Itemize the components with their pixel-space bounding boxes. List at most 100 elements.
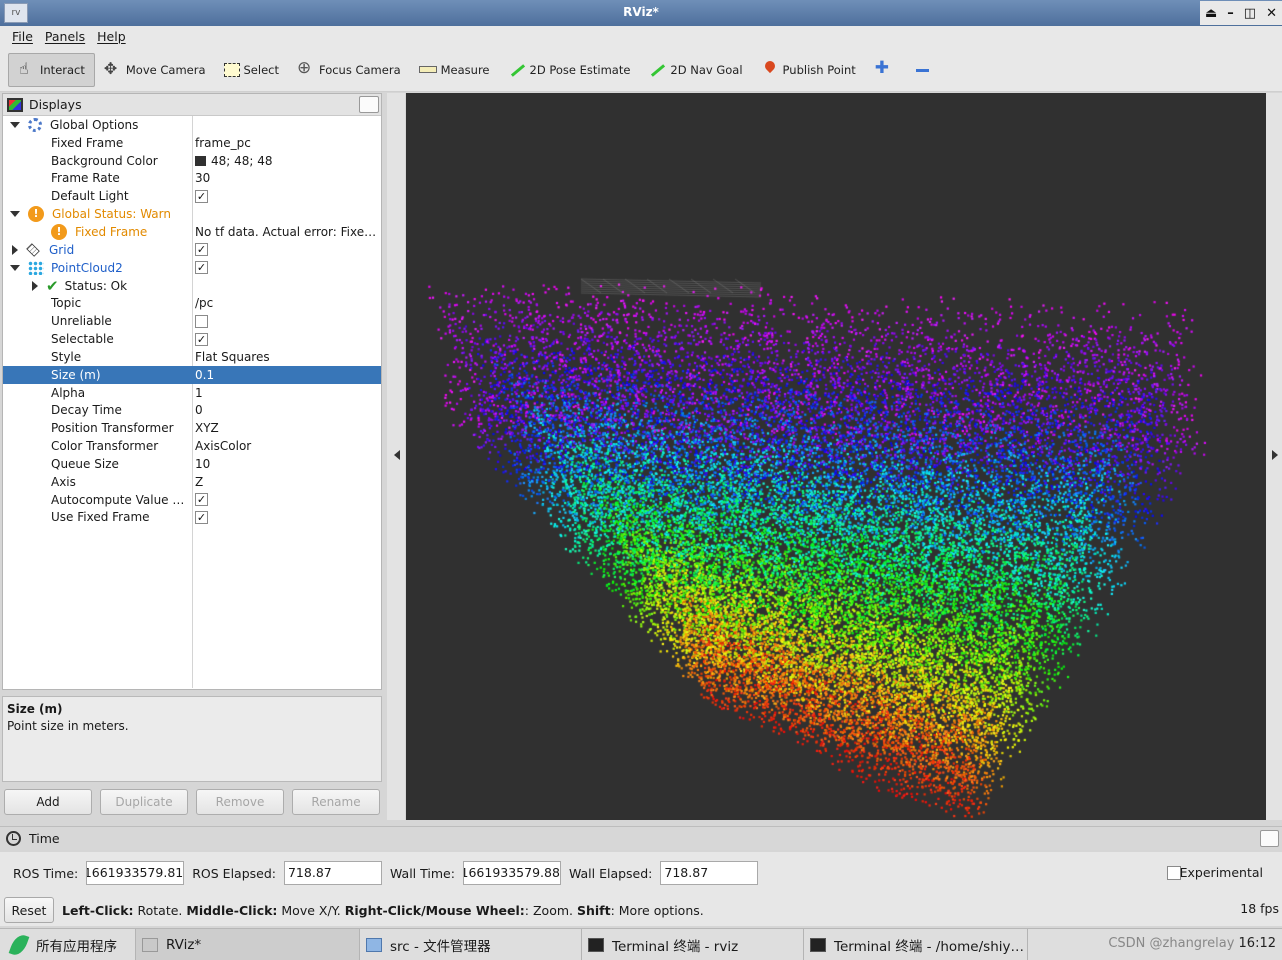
collapse-arrow-icon[interactable] (10, 121, 20, 128)
rename-button[interactable]: Rename (292, 789, 380, 815)
property-checkbox[interactable]: ✓ (195, 332, 208, 346)
menu-help[interactable]: Help (91, 26, 132, 48)
property-value[interactable]: ✓ (192, 189, 378, 203)
property-value[interactable]: /pc (192, 296, 378, 310)
property-row[interactable]: Size (m) 0.1 (3, 365, 381, 384)
property-value[interactable]: AxisColor (192, 439, 378, 453)
property-row[interactable]: ✔ Status: Ok (3, 277, 381, 295)
property-label: Style (51, 349, 82, 364)
property-row[interactable]: ! Global Status: Warn (3, 205, 381, 223)
property-value[interactable]: ✓ (192, 510, 378, 524)
tray-clock[interactable]: 16:12 (1239, 936, 1276, 951)
property-value[interactable]: 0.1 (192, 368, 378, 382)
property-value[interactable]: XYZ (192, 421, 378, 435)
property-checkbox[interactable]: ✓ (195, 510, 208, 524)
undock-button[interactable] (359, 96, 379, 113)
publish-point-tool-button[interactable]: Publish Point (752, 53, 865, 87)
property-checkbox[interactable]: ✓ (195, 493, 208, 507)
property-row[interactable]: Unreliable (3, 312, 381, 330)
collapse-arrow-icon[interactable] (10, 264, 20, 271)
pose-estimate-tool-button[interactable]: 2D Pose Estimate (499, 53, 640, 87)
property-row[interactable]: Queue Size 10 (3, 455, 381, 473)
property-row[interactable]: Topic/pc (3, 294, 381, 312)
wall-time-value: 1661933579.88 (462, 865, 560, 880)
property-row[interactable]: Background Color 48; 48; 48 (3, 152, 381, 170)
ros-time-field[interactable]: 1661933579.81 (86, 861, 185, 885)
expand-arrow-icon[interactable] (32, 280, 38, 291)
expand-arrow-icon[interactable] (12, 244, 18, 255)
property-value[interactable]: ✓ (192, 243, 378, 257)
property-checkbox[interactable] (195, 314, 208, 328)
maximize-icon[interactable]: ◫ (1244, 6, 1256, 21)
property-name: Queue Size (3, 457, 192, 471)
menu-panels[interactable]: Panels (39, 26, 91, 48)
property-row[interactable]: Grid ✓ (3, 241, 381, 259)
shade-icon[interactable]: ⏏ (1205, 6, 1217, 21)
terminal-icon (810, 938, 826, 952)
interact-tool-button[interactable]: Interact (8, 52, 95, 87)
property-value[interactable]: 48; 48; 48 (192, 154, 378, 168)
property-row[interactable]: Alpha 1 (3, 384, 381, 402)
property-row[interactable]: Default Light ✓ (3, 187, 381, 205)
property-checkbox[interactable]: ✓ (195, 243, 208, 257)
ros-elapsed-field[interactable]: 718.87 (283, 861, 382, 885)
property-row[interactable]: Frame Rate 30 (3, 170, 381, 188)
property-value[interactable] (192, 314, 378, 328)
property-value[interactable]: frame_pc (192, 136, 378, 150)
task-terminal-home[interactable]: Terminal 终端 - /home/shiy… (804, 929, 1028, 960)
property-row[interactable]: Autocompute Value … ✓ (3, 491, 381, 509)
property-row[interactable]: Axis Z (3, 473, 381, 491)
select-tool-button[interactable]: Select (215, 53, 288, 87)
reset-button[interactable]: Reset (4, 897, 54, 923)
property-value[interactable]: No tf data. Actual error: Fixe… (192, 225, 378, 239)
task-file-manager[interactable]: src - 文件管理器 (360, 929, 582, 960)
property-value[interactable]: ✓ (192, 261, 378, 275)
property-row[interactable]: Position Transformer XYZ (3, 419, 381, 437)
applications-menu-button[interactable]: 所有应用程序 (0, 929, 136, 960)
property-checkbox[interactable]: ✓ (195, 189, 208, 203)
property-row[interactable]: Fixed Frame frame_pc (3, 134, 381, 152)
task-rviz[interactable]: RViz* (136, 929, 360, 960)
property-value[interactable]: ✓ (192, 332, 378, 346)
property-row[interactable]: Global Options (3, 116, 381, 134)
remove-button[interactable]: Remove (196, 789, 284, 815)
add-button[interactable]: Add (4, 789, 92, 815)
property-row[interactable]: Selectable ✓ (3, 330, 381, 348)
property-checkbox[interactable]: ✓ (195, 261, 208, 275)
wall-time-label: Wall Time: (389, 865, 455, 881)
property-row[interactable]: Decay Time 0 (3, 402, 381, 420)
property-value[interactable]: Flat Squares (192, 350, 378, 364)
menu-file[interactable]: File (6, 26, 39, 48)
nav-goal-tool-button[interactable]: 2D Nav Goal (639, 53, 751, 87)
remove-tool-button[interactable] (905, 53, 945, 87)
window-titlebar: rv RViz* ⏏ – ◫ ✕ (0, 0, 1282, 26)
collapse-arrow-icon[interactable] (10, 211, 20, 218)
property-value[interactable]: 1 (192, 386, 378, 400)
focus-camera-tool-button[interactable]: Focus Camera (288, 53, 410, 87)
property-row[interactable]: PointCloud2 ✓ (3, 259, 381, 277)
property-row[interactable]: Use Fixed Frame ✓ (3, 509, 381, 527)
property-row[interactable]: ! Fixed Frame No tf data. Actual error: Fi… (3, 223, 381, 241)
wall-time-field[interactable]: 1661933579.88 (462, 861, 561, 885)
property-value[interactable]: 30 (192, 171, 378, 185)
render-viewport[interactable] (406, 93, 1266, 820)
collapse-right-icon[interactable] (1272, 450, 1278, 460)
property-value[interactable]: Z (192, 475, 378, 489)
property-value[interactable]: 10 (192, 457, 378, 471)
property-row[interactable]: Style Flat Squares (3, 348, 381, 366)
wall-elapsed-field[interactable]: 718.87 (660, 861, 759, 885)
window-title: RViz* (623, 5, 659, 19)
duplicate-button[interactable]: Duplicate (100, 789, 188, 815)
task-terminal-rviz[interactable]: Terminal 终端 - rviz (582, 929, 804, 960)
add-tool-button[interactable] (865, 53, 905, 87)
minimize-icon[interactable]: – (1227, 6, 1234, 21)
property-value[interactable]: 0 (192, 403, 378, 417)
property-value[interactable]: ✓ (192, 493, 378, 507)
property-label: Global Options (50, 117, 139, 132)
property-row[interactable]: Color Transformer AxisColor (3, 437, 381, 455)
collapse-left-icon[interactable] (394, 450, 400, 460)
time-undock-button[interactable] (1260, 830, 1279, 847)
measure-tool-button[interactable]: Measure (410, 53, 499, 87)
close-icon[interactable]: ✕ (1266, 6, 1277, 21)
move-camera-tool-button[interactable]: Move Camera (95, 53, 215, 87)
